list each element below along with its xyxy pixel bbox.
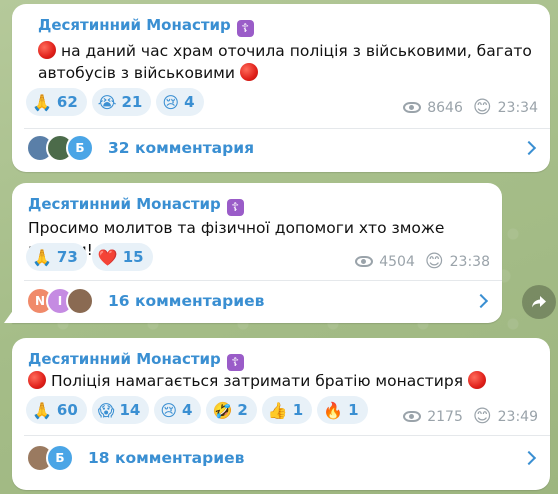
message-meta: 8646 😊 23:34	[403, 97, 538, 118]
red-circle-emoji-icon	[28, 371, 46, 389]
avatar: Б	[46, 444, 74, 472]
divider	[24, 128, 550, 129]
reaction-pray[interactable]: 🙏 60	[26, 396, 87, 424]
chevron-right-icon	[473, 293, 489, 309]
orthodox-cross-icon: ☦	[226, 354, 244, 371]
pray-icon: 🙏	[32, 400, 52, 420]
scream-icon: 😱	[97, 400, 115, 420]
reaction-cry[interactable]: 😢 4	[156, 88, 204, 116]
chevron-right-icon	[521, 450, 537, 466]
reaction-cry[interactable]: 😢 4	[154, 396, 202, 424]
view-count: 2175	[427, 408, 463, 425]
reaction-scream[interactable]: 😱 14	[91, 396, 150, 424]
commenter-avatars: N I	[26, 287, 94, 315]
message-text: на даний час храм оточила поліція з війс…	[38, 41, 532, 82]
sob-icon: 😭	[97, 92, 117, 112]
commenter-avatars: Б	[26, 134, 94, 162]
cry-icon: 😢	[162, 92, 180, 112]
message-sender[interactable]: Десятинний Монастир ☦	[28, 195, 244, 216]
comments-count[interactable]: 32 комментария	[108, 139, 254, 157]
share-button[interactable]	[522, 285, 556, 319]
eye-icon	[355, 256, 374, 267]
reaction-pray[interactable]: 🙏 62	[26, 88, 87, 116]
chevron-right-icon	[521, 140, 537, 156]
reaction-fire[interactable]: 🔥 1	[317, 396, 368, 424]
view-count: 8646	[427, 99, 463, 116]
reaction-heart[interactable]: ❤️ 15	[91, 243, 153, 271]
message-meta: 4504 😊 23:38	[355, 251, 490, 272]
commenter-avatars: Б	[26, 444, 74, 472]
reaction-picker-icon[interactable]: 😊	[425, 251, 444, 272]
red-circle-emoji-icon	[38, 41, 56, 59]
comments-link[interactable]: Б 18 комментариев	[26, 440, 537, 476]
reaction-thumbs-up[interactable]: 👍 1	[261, 396, 313, 424]
red-circle-emoji-icon	[467, 371, 486, 389]
heart-icon: ❤️	[97, 247, 118, 267]
divider	[24, 435, 550, 436]
message-text: Поліція намагається затримати братію мон…	[28, 370, 528, 392]
message-sender[interactable]: Десятинний Монастир ☦	[28, 350, 244, 371]
reaction-sob[interactable]: 😭 21	[91, 88, 152, 116]
reactions-bar: 🙏 73 ❤️ 15	[26, 243, 153, 271]
message-bubble-2[interactable]: Десятинний Монастир ☦ Просимо молитов та …	[12, 183, 502, 323]
comments-link[interactable]: N I 16 комментариев	[26, 283, 489, 319]
rofl-icon: 🤣	[212, 400, 233, 420]
reactions-bar: 🙏 62 😭 21 😢 4	[26, 88, 204, 116]
eye-icon	[403, 411, 422, 422]
message-time: 23:49	[497, 408, 538, 425]
message-meta: 2175 😊 23:49	[403, 406, 538, 427]
eye-icon	[403, 102, 422, 113]
message-bubble-3[interactable]: Десятинний Монастир ☦ Поліція намагається…	[12, 338, 550, 490]
message-time: 23:34	[497, 99, 538, 116]
thumbs-up-icon: 👍	[267, 400, 288, 420]
reaction-picker-icon[interactable]: 😊	[473, 97, 492, 118]
pray-icon: 🙏	[32, 247, 52, 267]
cry-icon: 😢	[160, 400, 178, 420]
view-count: 4504	[379, 253, 415, 270]
message-sender[interactable]: Десятинний Монастир ☦	[38, 16, 254, 37]
divider	[24, 280, 502, 281]
red-circle-emoji-icon	[239, 63, 258, 81]
avatar	[66, 287, 94, 315]
orthodox-cross-icon: ☦	[236, 20, 254, 37]
orthodox-cross-icon: ☦	[226, 199, 244, 216]
comments-count[interactable]: 16 комментариев	[108, 292, 264, 310]
share-arrow-icon	[532, 296, 546, 308]
message-bubble-1[interactable]: Десятинний Монастир ☦ на даний час храм о…	[12, 4, 550, 172]
message-time: 23:38	[449, 253, 490, 270]
comments-count[interactable]: 18 комментариев	[88, 449, 244, 467]
reactions-bar: 🙏 60 😱 14 😢 4 🤣 2 👍 1 🔥 1	[26, 396, 368, 424]
reaction-pray[interactable]: 🙏 73	[26, 243, 87, 271]
reaction-rofl[interactable]: 🤣 2	[206, 396, 257, 424]
reaction-picker-icon[interactable]: 😊	[473, 406, 492, 427]
fire-icon: 🔥	[323, 400, 344, 420]
avatar: Б	[66, 134, 94, 162]
comments-link[interactable]: Б 32 комментария	[26, 130, 537, 166]
pray-icon: 🙏	[32, 92, 52, 112]
